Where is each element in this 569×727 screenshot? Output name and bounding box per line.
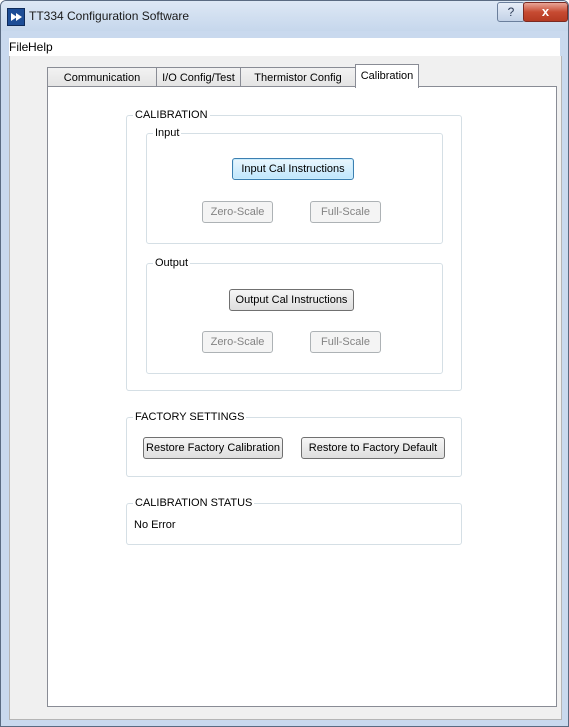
app-window: TT334 Configuration Software ? x File He… [0,0,569,727]
restore-factory-default-button[interactable]: Restore to Factory Default [301,437,445,459]
output-cal-instructions-button[interactable]: Output Cal Instructions [229,289,354,311]
restore-factory-calibration-button[interactable]: Restore Factory Calibration [143,437,283,459]
tab-communication-setup[interactable]: Communication Setup [47,67,157,104]
window-title: TT334 Configuration Software [29,9,190,23]
client-area: Communication Setup I/O Config/Test Ther… [9,56,562,720]
menu-file[interactable]: File [9,40,28,54]
calibration-panel: CALIBRATION Input Input Cal Instructions… [47,86,557,707]
tab-calibration[interactable]: Calibration [355,64,419,88]
calibration-group: CALIBRATION Input Input Cal Instructions… [126,108,462,391]
menu-bar: File Help [9,38,560,57]
calibration-status-group: CALIBRATION STATUS No Error [126,496,462,545]
title-bar[interactable]: TT334 Configuration Software ? x [1,1,568,31]
menu-help[interactable]: Help [28,40,53,54]
output-group-label: Output [153,256,191,270]
factory-settings-group: FACTORY SETTINGS Restore Factory Calibra… [126,410,462,477]
output-full-scale-button[interactable]: Full-Scale [310,331,381,353]
output-group: Output Output Cal Instructions Zero-Scal… [146,256,443,374]
input-zero-scale-button[interactable]: Zero-Scale [202,201,273,223]
factory-settings-label: FACTORY SETTINGS [133,410,247,424]
calibration-group-label: CALIBRATION [133,108,210,122]
close-button[interactable]: x [523,2,568,22]
input-group: Input Input Cal Instructions Zero-Scale … [146,126,443,244]
app-logo-icon [7,8,25,26]
input-group-label: Input [153,126,182,140]
input-cal-instructions-button[interactable]: Input Cal Instructions [232,158,354,180]
help-button[interactable]: ? [497,2,525,22]
input-full-scale-button[interactable]: Full-Scale [310,201,381,223]
calibration-status-value: No Error [134,519,176,531]
tab-thermistor-config-table[interactable]: Thermistor Config Table [240,67,356,104]
tab-io-config-test[interactable]: I/O Config/Test [156,67,241,87]
output-zero-scale-button[interactable]: Zero-Scale [202,331,273,353]
calibration-status-label: CALIBRATION STATUS [133,496,255,510]
